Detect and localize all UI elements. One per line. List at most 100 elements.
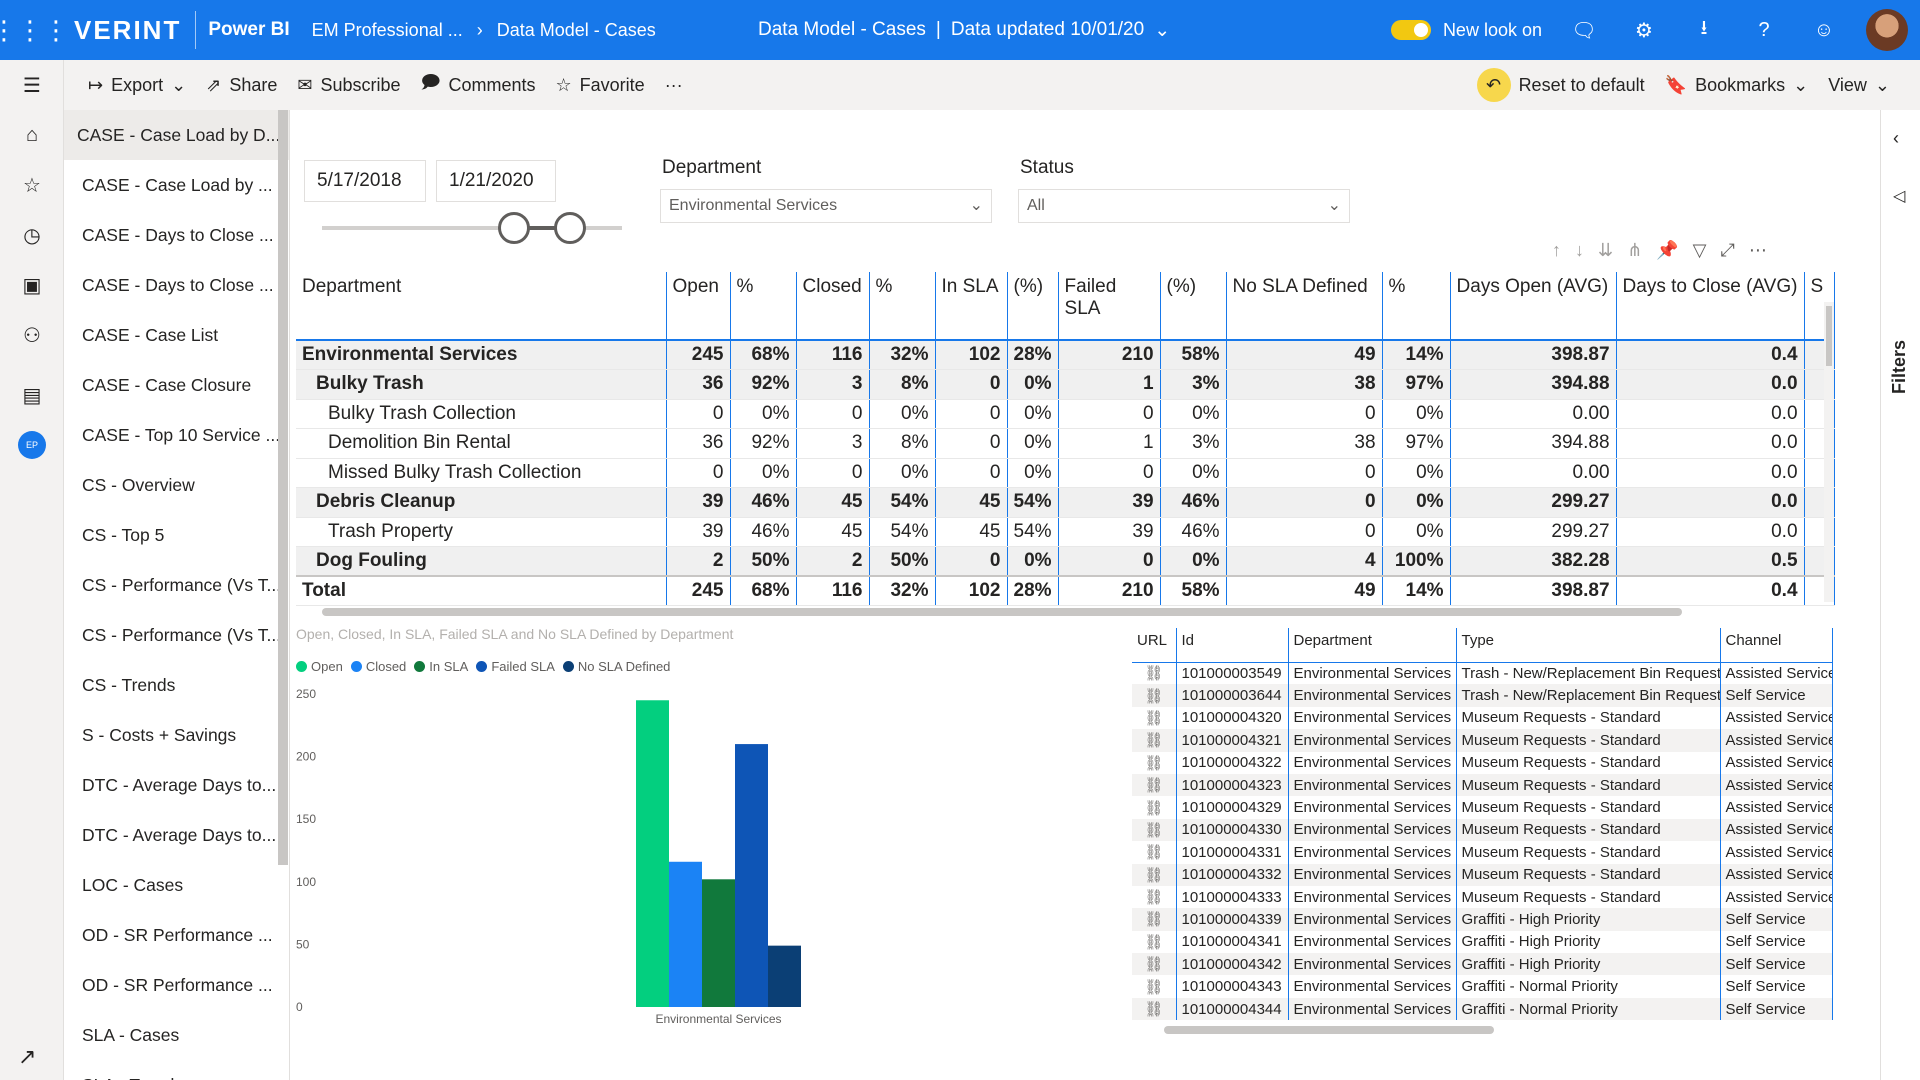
link-icon[interactable]: ⛓ (1132, 751, 1177, 774)
settings-icon[interactable]: ⚙ (1614, 0, 1674, 60)
matrix-column-header[interactable]: Days Open (AVG) (1450, 272, 1617, 340)
matrix-column-header[interactable]: % (730, 272, 797, 340)
workspaces-icon[interactable]: ▤ (0, 370, 64, 420)
link-icon[interactable]: ⛓ (1132, 975, 1177, 998)
page-tab[interactable]: CS - Trends (64, 660, 289, 710)
table-row[interactable]: ⛓ 101000004333 Environmental Services Museu… (1132, 885, 1833, 909)
subscribe-button[interactable]: ✉ Subscribe (287, 60, 410, 110)
matrix-column-header[interactable]: Department (296, 272, 667, 340)
legend-item[interactable]: In SLA (414, 659, 468, 674)
matrix-vertical-scrollbar[interactable] (1824, 302, 1834, 602)
focus-mode-icon[interactable]: ⤢ (1720, 240, 1734, 261)
favorites-star-icon[interactable]: ☆ (0, 160, 64, 210)
table-column-header[interactable]: Id (1176, 628, 1289, 663)
bar-no-sla-defined[interactable] (768, 945, 801, 1007)
status-dropdown[interactable]: All ⌄ (1018, 189, 1350, 223)
legend-item[interactable]: Failed SLA (476, 659, 555, 674)
go-to-next-level-icon[interactable]: ⇊ (1598, 240, 1613, 261)
table-row[interactable]: ⛓ 101000004329 Environmental Services Museu… (1132, 796, 1833, 819)
page-tab[interactable]: CASE - Case Load by ... (64, 160, 289, 210)
table-column-header[interactable]: Type (1456, 628, 1721, 663)
table-row[interactable]: ⛓ 101000004341 Environmental Services Graff… (1132, 930, 1833, 954)
link-icon[interactable]: ⛓ (1132, 930, 1177, 954)
link-icon[interactable]: ⛓ (1132, 953, 1177, 976)
view-button[interactable]: View ⌄ (1818, 60, 1900, 110)
new-look-toggle[interactable] (1390, 20, 1431, 40)
matrix-row[interactable]: Total 245 68% 116 32% 102 28% 210 58% 49 14% 398.87… (296, 575, 1835, 606)
department-dropdown[interactable]: Environmental Services ⌄ (660, 189, 992, 223)
page-tab[interactable]: LOC - Cases (64, 860, 289, 910)
matrix-row[interactable]: Bulky Trash Collection 0 0% 0 0% 0 0% 0 0% 0 0% 0.0… (296, 399, 1835, 429)
apps-icon[interactable]: ▣ (0, 260, 64, 310)
expand-hierarchy-icon[interactable]: ⋔ (1627, 240, 1642, 261)
scroll-thumb[interactable] (1826, 306, 1832, 366)
breadcrumb-report[interactable]: Data Model - Cases (497, 20, 656, 41)
page-tab[interactable]: CS - Overview (64, 460, 289, 510)
help-icon[interactable]: ? (1734, 0, 1794, 60)
page-tab[interactable]: CASE - Top 10 Service ... (64, 410, 289, 460)
brand-logo[interactable]: VERINT (74, 11, 197, 49)
link-icon[interactable]: ⛓ (1132, 885, 1177, 909)
filter-icon[interactable]: ▽ (1693, 240, 1707, 261)
date-slider-end-handle[interactable] (554, 212, 586, 244)
table-row[interactable]: ⛓ 101000004330 Environmental Services Museu… (1132, 818, 1833, 842)
table-row[interactable]: ⛓ 101000004331 Environmental Services Museu… (1132, 841, 1833, 864)
page-tab[interactable]: CS - Performance (Vs T... (64, 610, 289, 660)
page-tab[interactable]: CASE - Case List (64, 310, 289, 360)
app-launcher-icon[interactable]: ⋮⋮⋮ (0, 0, 69, 60)
table-column-header[interactable]: Channel (1720, 628, 1833, 663)
page-tab[interactable]: S - Costs + Savings (64, 710, 289, 760)
bar-in-sla[interactable] (702, 879, 735, 1007)
share-button[interactable]: ⇗ Share (196, 60, 287, 110)
notifications-icon[interactable]: 🗨 (1554, 0, 1614, 60)
page-tab[interactable]: CASE - Case Closure (64, 360, 289, 410)
table-column-header[interactable]: URL (1132, 628, 1177, 663)
page-tab[interactable]: CS - Performance (Vs T... (64, 560, 289, 610)
table-row[interactable]: ⛓ 101000003644 Environmental Services Trash… (1132, 684, 1833, 707)
case-list-table[interactable]: URL Id Department Type Channel ⛓ 101000003549… (1132, 628, 1838, 1038)
table-row[interactable]: ⛓ 101000003549 Environmental Services Trash… (1132, 662, 1833, 685)
page-tab[interactable]: SLA - Cases (64, 1010, 289, 1060)
scroll-thumb[interactable] (1164, 1026, 1494, 1034)
page-tab[interactable]: DTC - Average Days to... (64, 810, 289, 860)
legend-item[interactable]: Open (296, 659, 343, 674)
page-tab[interactable]: CASE - Days to Close ... (64, 210, 289, 260)
link-icon[interactable]: ⛓ (1132, 841, 1177, 864)
avatar[interactable] (1866, 9, 1908, 51)
matrix-row[interactable]: Environmental Services 245 68% 116 32% 102 28%… (296, 340, 1835, 370)
table-row[interactable]: ⛓ 101000004322 Environmental Services Museu… (1132, 751, 1833, 774)
bar-chart[interactable]: 0 50 100 150 200 250 Environmental Services (290, 680, 1110, 1030)
link-icon[interactable]: ⛓ (1132, 818, 1177, 842)
table-row[interactable]: ⛓ 101000004343 Environmental Services Graff… (1132, 975, 1833, 998)
matrix-column-header[interactable]: Closed (796, 272, 870, 340)
bar-closed[interactable] (669, 861, 702, 1007)
table-horizontal-scrollbar[interactable] (1140, 1024, 1820, 1034)
download-icon[interactable]: ⭳ (1674, 0, 1734, 60)
bar-failed-sla[interactable] (735, 744, 768, 1007)
matrix-column-header[interactable]: Failed SLA (1058, 272, 1161, 340)
table-row[interactable]: ⛓ 101000004321 Environmental Services Museu… (1132, 729, 1833, 752)
scroll-thumb[interactable] (322, 608, 1682, 616)
link-icon[interactable]: ⛓ (1132, 773, 1177, 797)
matrix-column-header[interactable]: Open (666, 272, 731, 340)
matrix-column-header[interactable]: In SLA (935, 272, 1008, 340)
legend-item[interactable]: No SLA Defined (562, 659, 670, 674)
page-tab[interactable]: OD - SR Performance ... (64, 910, 289, 960)
table-row[interactable]: ⛓ 101000004339 Environmental Services Graff… (1132, 908, 1833, 931)
link-icon[interactable]: ⛓ (1132, 684, 1177, 707)
feedback-smiley-icon[interactable]: ☺ (1794, 0, 1854, 60)
table-row[interactable]: ⛓ 101000004320 Environmental Services Museu… (1132, 706, 1833, 730)
page-tab[interactable]: CS - Top 5 (64, 510, 289, 560)
page-tab[interactable]: SLA - Trend (64, 1060, 289, 1080)
link-icon[interactable]: ⛓ (1132, 706, 1177, 730)
start-date-input[interactable]: 5/17/2018 (304, 160, 426, 202)
matrix-column-header[interactable]: % (869, 272, 936, 340)
filters-pane[interactable]: ‹ ◁ Filters (1880, 110, 1920, 1080)
link-icon[interactable]: ⛓ (1132, 662, 1177, 685)
table-row[interactable]: ⛓ 101000004323 Environmental Services Museu… (1132, 773, 1833, 797)
drill-down-icon[interactable]: ↓ (1575, 240, 1584, 261)
page-tab[interactable]: DTC - Average Days to... (64, 760, 289, 810)
date-slider-start-handle[interactable] (498, 212, 530, 244)
matrix-row[interactable]: Debris Cleanup 39 46% 45 54% 45 54% 39 46% 0 0% 299… (296, 487, 1835, 518)
matrix-row[interactable]: Missed Bulky Trash Collection 0 0% 0 0% 0 0% 0 0… (296, 458, 1835, 488)
